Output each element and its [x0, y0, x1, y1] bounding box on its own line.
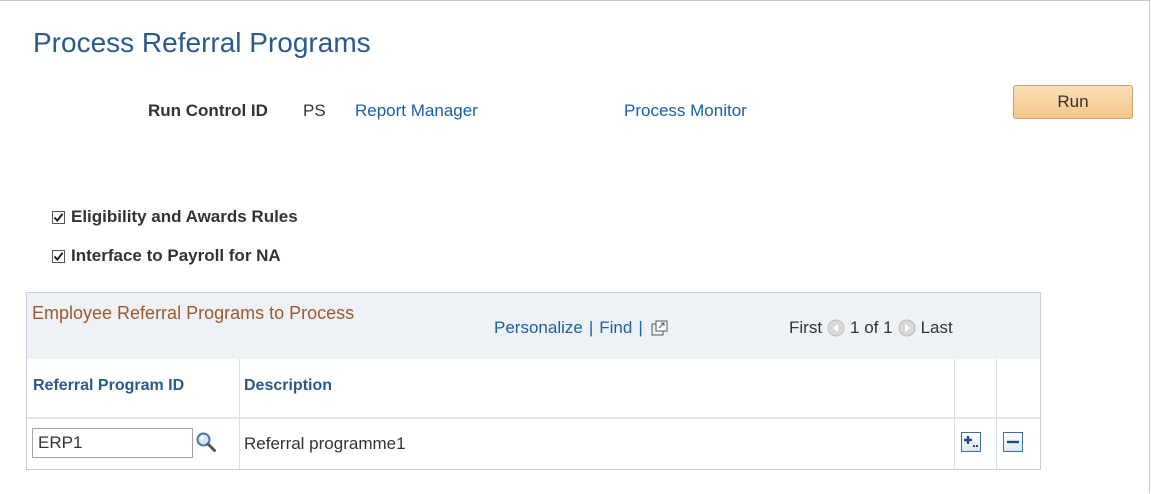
eligibility-awards-label: Eligibility and Awards Rules	[71, 207, 298, 226]
run-control-label: Run Control ID	[148, 101, 268, 120]
checkmark-icon	[53, 212, 64, 222]
payroll-interface-option: Interface to Payroll for NA	[52, 246, 281, 266]
run-control-value: PS	[303, 101, 326, 120]
previous-icon[interactable]	[827, 319, 845, 337]
pager-range: 1 of 1	[850, 318, 893, 337]
grid-title: Employee Referral Programs to Process	[32, 303, 355, 323]
nav-separator: |	[588, 318, 594, 337]
payroll-interface-label: Interface to Payroll for NA	[71, 246, 281, 265]
column-referral-program-id[interactable]: Referral Program ID	[33, 377, 184, 395]
find-link[interactable]: Find	[599, 318, 632, 338]
first-label: First	[789, 318, 823, 337]
page-title: Process Referral Programs	[33, 27, 371, 58]
grid-nav: Personalize | Find |	[494, 318, 669, 338]
grid-column-header: Referral Program ID Description	[27, 359, 1040, 419]
view-all-icon[interactable]	[651, 320, 669, 336]
checkmark-icon	[53, 251, 64, 261]
payroll-interface-checkbox[interactable]	[52, 249, 65, 263]
lookup-icon[interactable]	[195, 431, 217, 453]
column-description[interactable]: Description	[244, 377, 332, 395]
grid-header: Employee Referral Programs to Process Pe…	[27, 293, 1040, 360]
process-monitor-link[interactable]: Process Monitor	[624, 101, 747, 121]
add-row-icon[interactable]	[961, 432, 981, 452]
personalize-link[interactable]: Personalize	[494, 318, 583, 338]
table-row: Referral programme1	[27, 418, 1040, 470]
referral-programs-grid: Employee Referral Programs to Process Pe…	[26, 292, 1041, 470]
grid-pager: First 1 of 1 Last	[789, 318, 953, 338]
referral-program-id-input[interactable]	[32, 428, 193, 458]
eligibility-awards-option: Eligibility and Awards Rules	[52, 207, 298, 227]
run-button[interactable]: Run	[1013, 85, 1133, 119]
delete-row-icon[interactable]	[1003, 432, 1023, 452]
report-manager-link[interactable]: Report Manager	[355, 101, 478, 121]
next-icon[interactable]	[898, 319, 916, 337]
description-cell: Referral programme1	[244, 434, 406, 453]
eligibility-awards-checkbox[interactable]	[52, 210, 65, 224]
nav-separator: |	[638, 318, 643, 337]
last-label: Last	[920, 318, 953, 337]
